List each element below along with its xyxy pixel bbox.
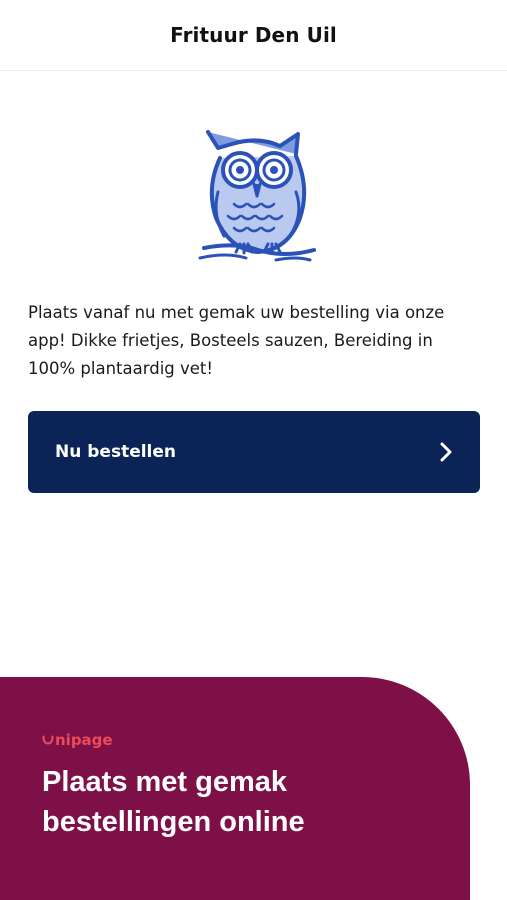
promo-headline-line2: bestellingen online: [42, 806, 305, 838]
order-now-button[interactable]: Nu bestellen: [28, 411, 480, 493]
app-header: Frituur Den Uil: [0, 0, 507, 71]
unipage-brand-text: nipage: [55, 731, 113, 749]
unipage-u-icon: [42, 735, 54, 745]
page-title: Frituur Den Uil: [170, 23, 337, 47]
unipage-logo[interactable]: nipage: [42, 731, 113, 749]
owl-logo-icon: [198, 130, 316, 262]
promo-headline-line1: Plaats met gemak: [42, 766, 288, 798]
promo-headline: Plaats met gemak bestellingen online: [42, 762, 442, 842]
intro-text: Plaats vanaf nu met gemak uw bestelling …: [28, 303, 445, 378]
chevron-right-icon: [440, 442, 452, 462]
order-now-label: Nu bestellen: [55, 442, 177, 462]
